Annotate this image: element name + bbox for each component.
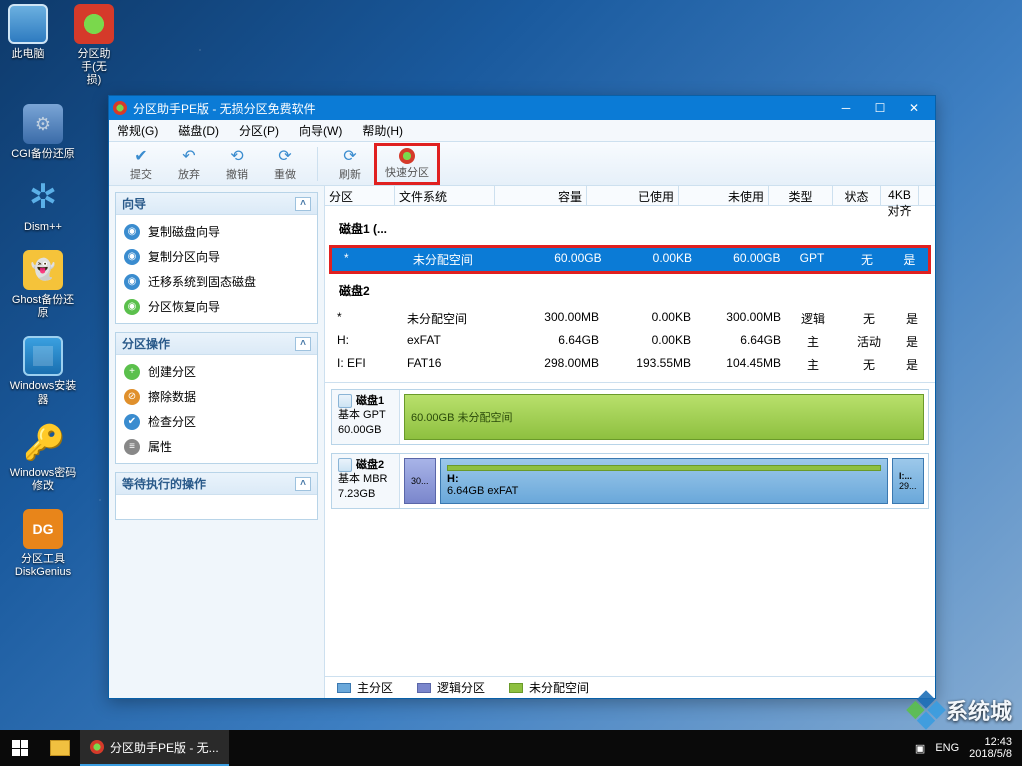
redo-button[interactable]: ⟳重做 bbox=[261, 146, 309, 182]
legend-unalloc-icon bbox=[509, 683, 523, 693]
col-4k-align[interactable]: 4KB对齐 bbox=[881, 186, 919, 205]
menu-help[interactable]: 帮助(H) bbox=[358, 120, 407, 141]
col-status[interactable]: 状态 bbox=[833, 186, 881, 205]
collapse-icon[interactable]: ˄ bbox=[295, 197, 311, 211]
disk-segment-logical[interactable]: 30... bbox=[404, 458, 436, 504]
taskbar-app-partition-assistant[interactable]: 分区助手PE版 - 无... bbox=[80, 730, 229, 766]
minimize-button[interactable]: ─ bbox=[829, 98, 863, 118]
sidebar-item-check-partition[interactable]: ✔检查分区 bbox=[116, 409, 317, 434]
disk-map-1[interactable]: 磁盘1基本 GPT60.00GB 60.00GB 未分配空间 bbox=[331, 389, 929, 445]
sidebar-item-copy-disk-wizard[interactable]: ◉复制磁盘向导 bbox=[116, 219, 317, 244]
titlebar[interactable]: 分区助手PE版 - 无损分区免费软件 ─ ☐ ✕ bbox=[109, 96, 935, 120]
desktop-icon-password-reset[interactable]: 🔑Windows密码修改 bbox=[8, 423, 78, 493]
table-row[interactable]: I: EFIFAT16298.00MB193.55MB104.45MB主无是 bbox=[325, 353, 935, 376]
legend-logical-icon bbox=[417, 683, 431, 693]
desktop-icons: 此电脑 分区助手(无损) CGI备份还原 ✲Dism++ 👻Ghost备份还原 … bbox=[8, 4, 98, 595]
tray-clock[interactable]: 12:432018/5/8 bbox=[969, 736, 1012, 760]
partition-assistant-window: 分区助手PE版 - 无损分区免费软件 ─ ☐ ✕ 常规(G) 磁盘(D) 分区(… bbox=[108, 95, 936, 699]
undo-button[interactable]: ⟲撤销 bbox=[213, 146, 261, 182]
disk1-label[interactable]: 磁盘1 (... bbox=[325, 212, 935, 245]
column-headers: 分区 文件系统 容量 已使用 未使用 类型 状态 4KB对齐 bbox=[325, 186, 935, 206]
disk-segment-unallocated[interactable]: 60.00GB 未分配空间 bbox=[404, 394, 924, 440]
commit-button[interactable]: ✔提交 bbox=[117, 146, 165, 182]
desktop-icon-windows-installer[interactable]: Windows安装器 bbox=[8, 336, 78, 406]
desktop-icon-this-pc[interactable]: 此电脑 bbox=[8, 4, 48, 88]
desktop-icon-cgi-backup[interactable]: CGI备份还原 bbox=[8, 104, 78, 161]
taskbar: 分区助手PE版 - 无... ▣ ENG 12:432018/5/8 bbox=[0, 730, 1022, 766]
menu-disk[interactable]: 磁盘(D) bbox=[174, 120, 223, 141]
partition-grid: 磁盘1 (... * 未分配空间 60.00GB 0.00KB 60.00GB … bbox=[325, 206, 935, 382]
disk-segment-i[interactable]: I:...29... bbox=[892, 458, 924, 504]
col-free[interactable]: 未使用 bbox=[679, 186, 769, 205]
menu-general[interactable]: 常规(G) bbox=[113, 120, 162, 141]
col-filesystem[interactable]: 文件系统 bbox=[395, 186, 495, 205]
main-area: 分区 文件系统 容量 已使用 未使用 类型 状态 4KB对齐 磁盘1 (... … bbox=[325, 186, 935, 698]
disk-map-2[interactable]: 磁盘2基本 MBR7.23GB 30... H:6.64GB exFAT I:.… bbox=[331, 453, 929, 509]
toolbar-separator bbox=[317, 147, 318, 181]
system-tray[interactable]: ▣ ENG 12:432018/5/8 bbox=[905, 736, 1022, 760]
table-row[interactable]: H:exFAT6.64GB0.00KB6.64GB主活动是 bbox=[325, 330, 935, 353]
col-partition[interactable]: 分区 bbox=[325, 186, 395, 205]
tray-language[interactable]: ENG bbox=[935, 742, 959, 754]
disk-icon bbox=[338, 458, 352, 472]
disk2-label[interactable]: 磁盘2 bbox=[325, 274, 935, 307]
collapse-icon[interactable]: ˄ bbox=[295, 337, 311, 351]
col-type[interactable]: 类型 bbox=[769, 186, 833, 205]
disk-segment-h[interactable]: H:6.64GB exFAT bbox=[440, 458, 888, 504]
quick-partition-highlight: 快速分区 bbox=[374, 143, 440, 185]
sidebar-item-create-partition[interactable]: +创建分区 bbox=[116, 359, 317, 384]
col-capacity[interactable]: 容量 bbox=[495, 186, 587, 205]
ops-panel-title: 分区操作 bbox=[122, 335, 170, 352]
sidebar-item-properties[interactable]: ≡属性 bbox=[116, 434, 317, 459]
sidebar: 向导 ˄ ◉复制磁盘向导 ◉复制分区向导 ◉迁移系统到固态磁盘 ◉分区恢复向导 分… bbox=[109, 186, 325, 698]
menubar: 常规(G) 磁盘(D) 分区(P) 向导(W) 帮助(H) bbox=[109, 120, 935, 142]
menu-partition[interactable]: 分区(P) bbox=[235, 120, 283, 141]
disk-icon bbox=[338, 394, 352, 408]
app-icon bbox=[113, 101, 127, 115]
wizard-panel: 向导 ˄ ◉复制磁盘向导 ◉复制分区向导 ◉迁移系统到固态磁盘 ◉分区恢复向导 bbox=[115, 192, 318, 324]
menu-wizard[interactable]: 向导(W) bbox=[295, 120, 346, 141]
sidebar-item-migrate-os-ssd[interactable]: ◉迁移系统到固态磁盘 bbox=[116, 269, 317, 294]
desktop-icon-partition-assistant[interactable]: 分区助手(无损) bbox=[74, 4, 114, 88]
discard-button[interactable]: ↶放弃 bbox=[165, 146, 213, 182]
taskbar-file-explorer[interactable] bbox=[40, 730, 80, 766]
window-title: 分区助手PE版 - 无损分区免费软件 bbox=[133, 100, 829, 117]
legend: 主分区 逻辑分区 未分配空间 bbox=[325, 676, 935, 698]
desktop-icon-ghost[interactable]: 👻Ghost备份还原 bbox=[8, 250, 78, 320]
table-row[interactable]: *未分配空间300.00MB0.00KB300.00MB逻辑无是 bbox=[325, 307, 935, 330]
toolbar: ✔提交 ↶放弃 ⟲撤销 ⟳重做 ⟳刷新 快速分区 bbox=[109, 142, 935, 186]
collapse-icon[interactable]: ˄ bbox=[295, 477, 311, 491]
sidebar-item-partition-recovery[interactable]: ◉分区恢复向导 bbox=[116, 294, 317, 319]
sidebar-item-wipe-data[interactable]: ⊘擦除数据 bbox=[116, 384, 317, 409]
col-used[interactable]: 已使用 bbox=[587, 186, 679, 205]
tray-action-center-icon[interactable]: ▣ bbox=[915, 742, 925, 755]
partition-ops-panel: 分区操作 ˄ +创建分区 ⊘擦除数据 ✔检查分区 ≡属性 bbox=[115, 332, 318, 464]
maximize-button[interactable]: ☐ bbox=[863, 98, 897, 118]
legend-primary-icon bbox=[337, 683, 351, 693]
quick-partition-button[interactable]: 快速分区 bbox=[383, 148, 431, 180]
pending-panel: 等待执行的操作 ˄ bbox=[115, 472, 318, 520]
disk-map-area: 磁盘1基本 GPT60.00GB 60.00GB 未分配空间 磁盘2基本 MBR… bbox=[325, 382, 935, 515]
wizard-panel-title: 向导 bbox=[122, 195, 146, 212]
pending-panel-title: 等待执行的操作 bbox=[122, 475, 206, 492]
refresh-button[interactable]: ⟳刷新 bbox=[326, 146, 374, 182]
sidebar-item-copy-partition-wizard[interactable]: ◉复制分区向导 bbox=[116, 244, 317, 269]
desktop-icon-dism[interactable]: ✲Dism++ bbox=[8, 177, 78, 234]
start-button[interactable] bbox=[0, 730, 40, 766]
watermark: 系统城 bbox=[912, 694, 1012, 726]
desktop-icon-diskgenius[interactable]: DG分区工具DiskGenius bbox=[8, 509, 78, 579]
selected-row-highlight: * 未分配空间 60.00GB 0.00KB 60.00GB GPT 无 是 bbox=[329, 245, 931, 274]
close-button[interactable]: ✕ bbox=[897, 98, 931, 118]
table-row[interactable]: * 未分配空间 60.00GB 0.00KB 60.00GB GPT 无 是 bbox=[332, 248, 928, 271]
